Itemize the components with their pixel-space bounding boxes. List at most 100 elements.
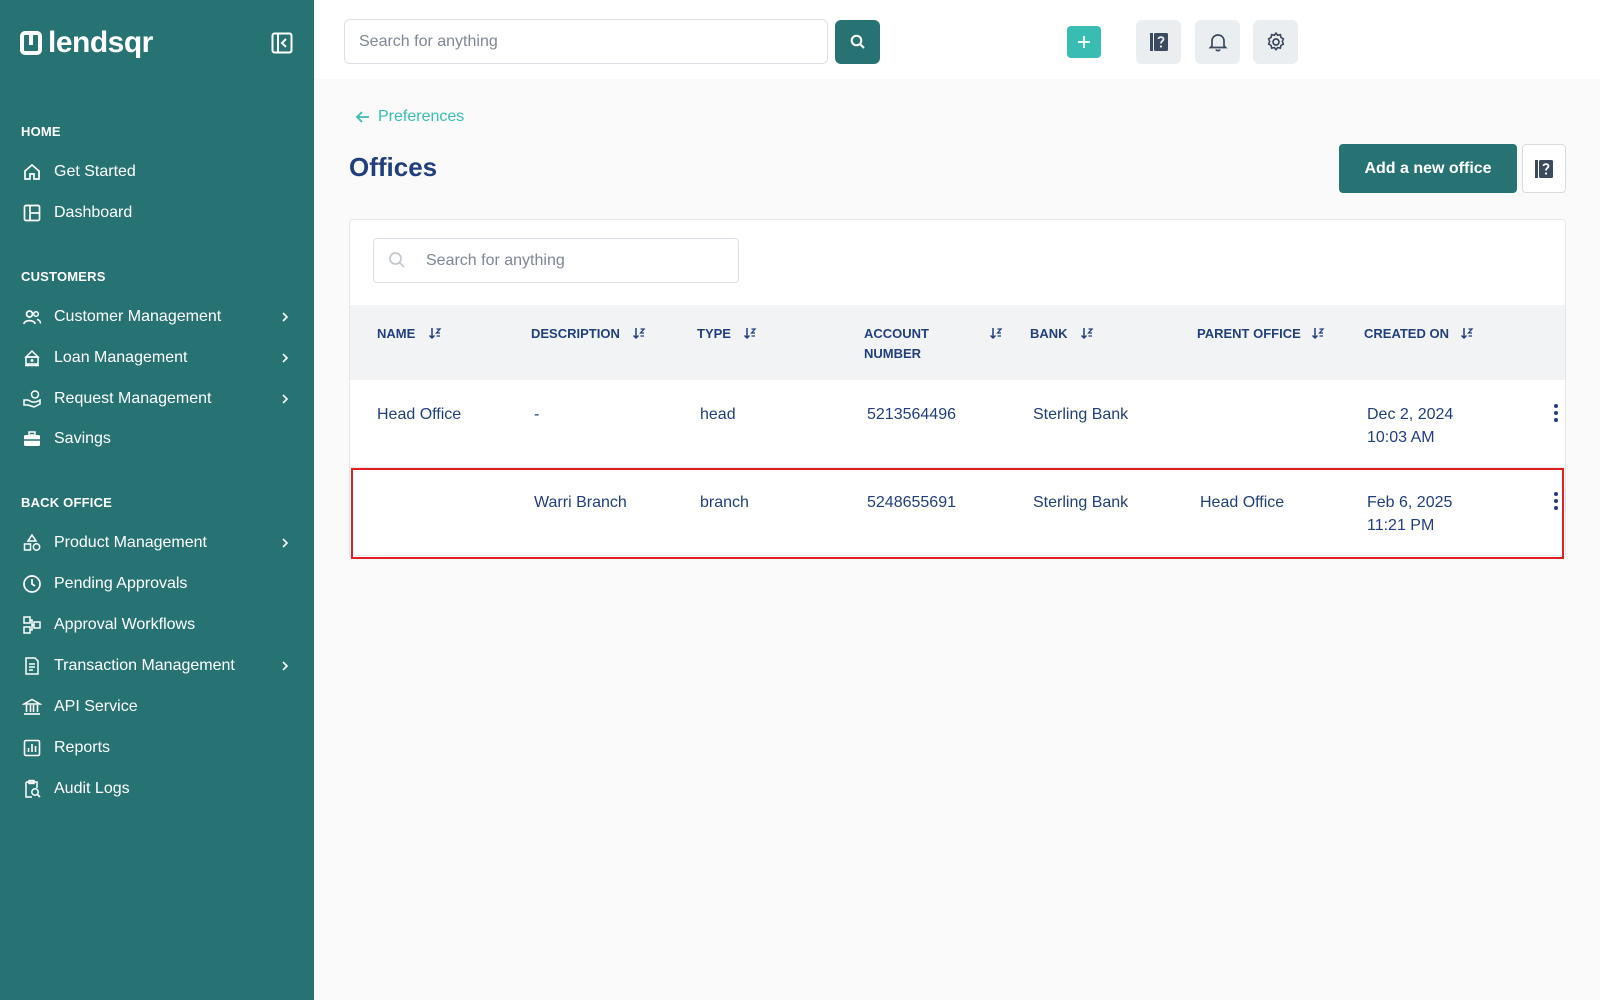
- cell-description: -: [534, 406, 540, 423]
- column-header-parent-office[interactable]: PARENT OFFICE: [1197, 324, 1301, 344]
- brand-logo[interactable]: lendsqr: [20, 26, 153, 60]
- sidebar-item-label: API Service: [54, 698, 138, 715]
- sidebar-item-label: Request Management: [54, 390, 212, 407]
- sort-icon[interactable]: [1311, 326, 1325, 340]
- sidebar-item-approval-workflows[interactable]: Approval Workflows: [0, 607, 314, 643]
- global-search-input[interactable]: [344, 19, 828, 64]
- loan-icon: [22, 348, 42, 368]
- sidebar-item-get-started[interactable]: Get Started: [0, 154, 314, 190]
- search-icon: [389, 252, 405, 268]
- plus-icon: [1078, 36, 1090, 48]
- column-header-type[interactable]: TYPE: [697, 324, 731, 344]
- page-help-button[interactable]: [1522, 144, 1566, 193]
- created-time: 11:21 PM: [1367, 517, 1435, 534]
- sidebar-section-back-office: BACK OFFICE: [21, 495, 113, 510]
- sidebar-item-loan-management[interactable]: Loan Management: [0, 340, 314, 376]
- sidebar-item-customer-management[interactable]: Customer Management: [0, 299, 314, 335]
- sidebar-item-label: Approval Workflows: [54, 616, 196, 633]
- brand-name: lendsqr: [48, 26, 153, 59]
- chevron-right-icon: [282, 312, 289, 322]
- help-button[interactable]: [1136, 20, 1181, 64]
- sidebar-item-label: Customer Management: [54, 308, 222, 325]
- sidebar-item-product-management[interactable]: Product Management: [0, 525, 314, 561]
- search-icon: [850, 34, 865, 49]
- column-header-created-on[interactable]: CREATED ON: [1364, 324, 1449, 344]
- cell-parent-office: Head Office: [1200, 494, 1285, 511]
- created-date: Dec 2, 2024: [1367, 406, 1454, 423]
- sidebar-item-label: Savings: [54, 430, 111, 447]
- sidebar-item-reports[interactable]: Reports: [0, 730, 314, 766]
- help-book-icon: [1535, 159, 1553, 178]
- notifications-button[interactable]: [1195, 20, 1240, 64]
- row-actions-menu-icon[interactable]: [1550, 402, 1562, 424]
- sidebar-item-label: Product Management: [54, 534, 207, 551]
- sidebar-item-dashboard[interactable]: Dashboard: [0, 195, 314, 231]
- sort-icon[interactable]: [1080, 326, 1094, 340]
- sidebar-item-savings[interactable]: Savings: [0, 421, 314, 457]
- column-header-account-number[interactable]: ACCOUNT NUMBER: [864, 324, 954, 364]
- sidebar-item-label: Reports: [54, 739, 111, 756]
- sidebar-item-label: Audit Logs: [54, 780, 130, 797]
- transaction-icon: [22, 656, 42, 676]
- column-header-bank[interactable]: BANK: [1030, 324, 1068, 344]
- cell-account-number: 5248655691: [867, 494, 956, 511]
- sidebar-section-customers: CUSTOMERS: [21, 269, 106, 284]
- clock-icon: [22, 574, 42, 594]
- bank-icon: [22, 697, 42, 717]
- sidebar-section-home: HOME: [21, 124, 61, 139]
- back-to-preferences-link[interactable]: Preferences: [354, 108, 464, 126]
- users-icon: [22, 307, 42, 327]
- help-book-icon: [1149, 33, 1168, 51]
- offices-table-card: NAME DESCRIPTION TYPE ACCOUNT NUMBER BAN…: [349, 219, 1566, 559]
- chevron-right-icon: [282, 394, 289, 404]
- sidebar-item-label: Pending Approvals: [54, 575, 188, 592]
- audit-icon: [22, 779, 42, 799]
- quick-add-button[interactable]: [1067, 26, 1101, 58]
- product-icon: [22, 533, 42, 553]
- sidebar-item-label: Get Started: [54, 163, 136, 180]
- home-icon: [22, 162, 42, 182]
- cell-description: Warri Branch: [534, 494, 627, 511]
- cell-created-on: Feb 6, 2025 11:21 PM: [1367, 491, 1452, 537]
- sidebar: lendsqr HOME CUSTOMERS BACK OFFICE Get S…: [0, 0, 314, 1000]
- sidebar-item-api-service[interactable]: API Service: [0, 689, 314, 725]
- sidebar-item-label: Loan Management: [54, 349, 188, 366]
- collapse-sidebar-icon[interactable]: [271, 32, 295, 56]
- request-icon: [22, 389, 42, 409]
- global-search-button[interactable]: [835, 20, 880, 64]
- sort-icon[interactable]: [1460, 326, 1474, 340]
- cell-bank: Sterling Bank: [1033, 406, 1129, 423]
- arrow-left-icon: [355, 111, 369, 123]
- reports-icon: [22, 738, 42, 758]
- sort-icon[interactable]: [428, 326, 442, 340]
- page-title: Offices: [349, 152, 438, 182]
- created-date: Feb 6, 2025: [1367, 494, 1453, 511]
- table-row[interactable]: Warri Branch branch 5248655691 Sterling …: [350, 468, 1565, 556]
- sort-icon[interactable]: [743, 326, 757, 340]
- sort-icon[interactable]: [989, 326, 1003, 340]
- add-new-office-button[interactable]: Add a new office: [1339, 144, 1517, 193]
- cell-account-number: 5213564496: [867, 406, 956, 423]
- sidebar-item-request-management[interactable]: Request Management: [0, 381, 314, 417]
- settings-button[interactable]: [1253, 20, 1298, 64]
- column-header-description[interactable]: DESCRIPTION: [531, 324, 620, 344]
- sidebar-item-transaction-management[interactable]: Transaction Management: [0, 648, 314, 684]
- row-actions-menu-icon[interactable]: [1550, 490, 1562, 512]
- table-header: NAME DESCRIPTION TYPE ACCOUNT NUMBER BAN…: [350, 305, 1565, 380]
- sidebar-item-audit-logs[interactable]: Audit Logs: [0, 771, 314, 807]
- column-header-name[interactable]: NAME: [377, 324, 415, 344]
- cell-type: head: [700, 406, 736, 423]
- table-search-input[interactable]: [426, 239, 726, 282]
- sidebar-item-pending-approvals[interactable]: Pending Approvals: [0, 566, 314, 602]
- workflow-icon: [22, 615, 42, 635]
- sort-icon[interactable]: [632, 326, 646, 340]
- sidebar-item-label: Transaction Management: [54, 657, 235, 674]
- cell-created-on: Dec 2, 2024 10:03 AM: [1367, 403, 1453, 449]
- sidebar-item-label: Dashboard: [54, 204, 133, 221]
- table-search-box[interactable]: [373, 238, 739, 283]
- back-link-label: Preferences: [378, 108, 465, 125]
- top-bar: [314, 0, 1600, 79]
- table-row[interactable]: Head Office - head 5213564496 Sterling B…: [350, 380, 1565, 468]
- chevron-right-icon: [282, 538, 289, 548]
- created-time: 10:03 AM: [1367, 429, 1435, 446]
